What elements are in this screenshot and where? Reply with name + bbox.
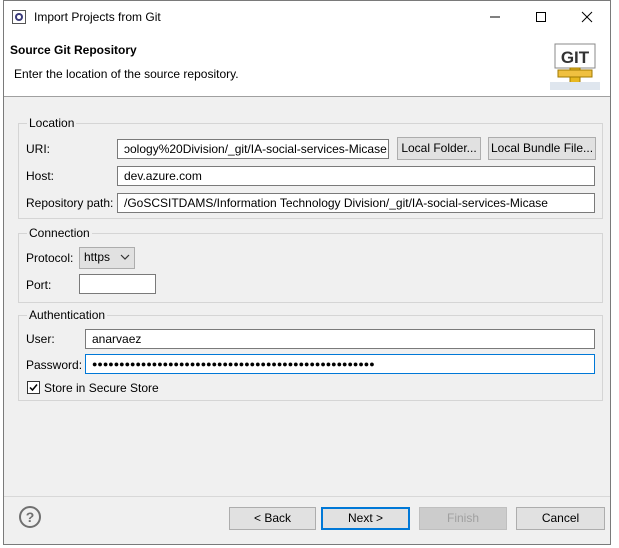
chevron-down-icon bbox=[120, 254, 130, 260]
repository-path-input[interactable]: /GoSCSITDAMS/Information Technology Divi… bbox=[117, 193, 595, 213]
uri-label: URI: bbox=[26, 142, 50, 156]
store-secure-checkbox[interactable] bbox=[27, 381, 40, 394]
protocol-select-value: https bbox=[84, 250, 111, 264]
checkmark-icon bbox=[29, 384, 38, 392]
minimize-button[interactable] bbox=[472, 1, 518, 33]
page-description: Enter the location of the source reposit… bbox=[14, 67, 239, 81]
port-input[interactable] bbox=[79, 274, 156, 294]
maximize-icon bbox=[536, 12, 546, 22]
host-label: Host: bbox=[26, 169, 55, 183]
user-input[interactable]: anarvaez bbox=[85, 329, 595, 349]
connection-group-label: Connection bbox=[27, 226, 92, 240]
eclipse-app-icon bbox=[12, 10, 26, 24]
repository-path-label: Repository path: bbox=[26, 196, 114, 210]
git-logo-text: GIT bbox=[561, 48, 590, 67]
password-input[interactable]: ●●●●●●●●●●●●●●●●●●●●●●●●●●●●●●●●●●●●●●●●… bbox=[85, 354, 595, 374]
next-button[interactable]: Next > bbox=[321, 507, 410, 530]
finish-button[interactable]: Finish bbox=[419, 507, 507, 530]
location-group-label: Location bbox=[27, 116, 77, 130]
local-folder-button[interactable]: Local Folder... bbox=[397, 137, 481, 160]
import-dialog: Import Projects from Git Source Git Repo… bbox=[3, 0, 611, 545]
close-icon bbox=[581, 11, 593, 23]
git-logo-icon: GIT bbox=[550, 43, 600, 90]
uri-input[interactable]: ɔology%20Division/_git/IA-social-service… bbox=[117, 139, 389, 159]
background-right bbox=[612, 0, 619, 548]
user-label: User: bbox=[26, 332, 55, 346]
password-label: Password: bbox=[26, 358, 83, 372]
protocol-label: Protocol: bbox=[26, 251, 74, 265]
footer-separator bbox=[4, 496, 610, 497]
wizard-header: Source Git Repository Enter the location… bbox=[4, 33, 610, 97]
maximize-button[interactable] bbox=[518, 1, 564, 33]
port-label: Port: bbox=[26, 278, 52, 292]
authentication-group-label: Authentication bbox=[27, 308, 108, 322]
back-button[interactable]: < Back bbox=[229, 507, 316, 530]
window-title: Import Projects from Git bbox=[34, 10, 161, 24]
protocol-select[interactable]: https bbox=[79, 247, 135, 269]
minimize-icon bbox=[490, 16, 500, 18]
store-secure-label: Store in Secure Store bbox=[44, 381, 159, 395]
help-icon[interactable]: ? bbox=[19, 506, 41, 528]
page-title: Source Git Repository bbox=[10, 43, 137, 57]
local-bundle-file-button[interactable]: Local Bundle File... bbox=[488, 137, 596, 160]
cancel-button[interactable]: Cancel bbox=[516, 507, 605, 530]
host-input[interactable]: dev.azure.com bbox=[117, 166, 595, 186]
close-button[interactable] bbox=[564, 1, 610, 33]
title-bar[interactable]: Import Projects from Git bbox=[4, 1, 610, 33]
